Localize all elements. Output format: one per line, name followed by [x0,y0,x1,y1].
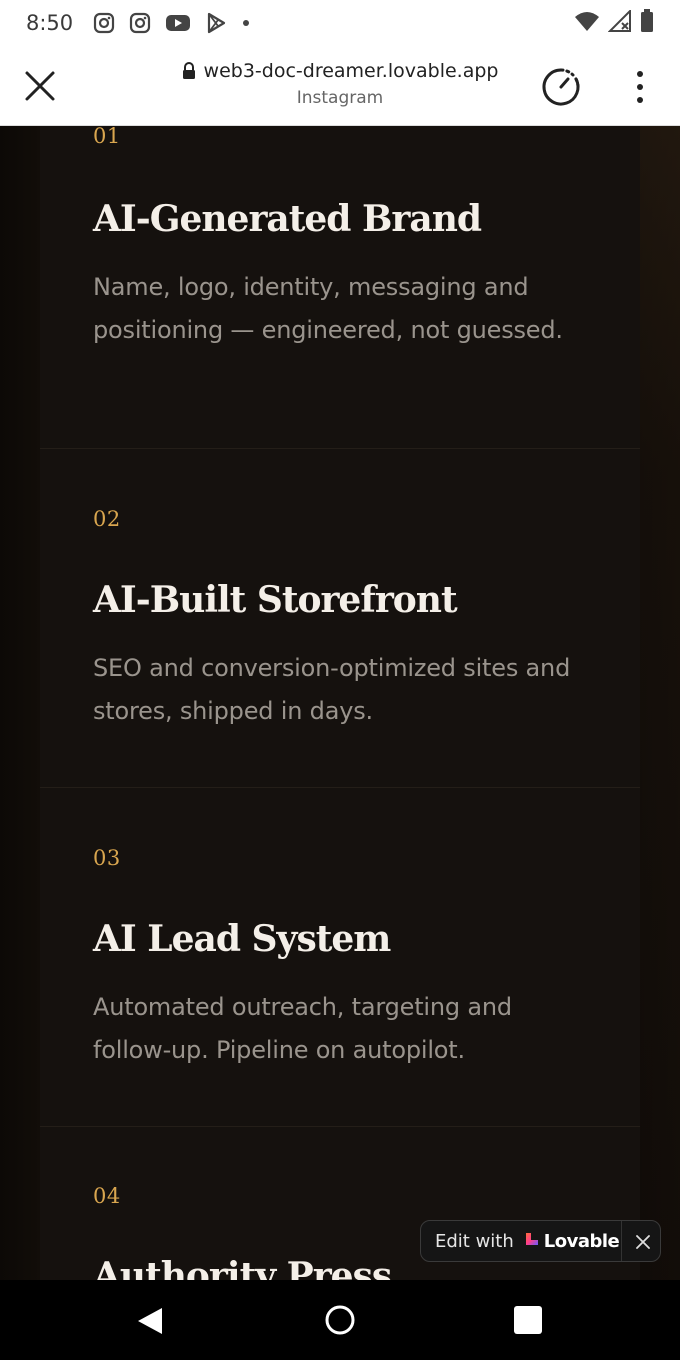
more-options-button[interactable] [624,66,656,108]
feature-card: 02 AI-Built Storefront SEO and conversio… [40,449,640,788]
url-text: web3-doc-dreamer.lovable.app [203,60,499,82]
battery-icon [640,9,654,37]
lovable-logo-icon [524,1231,540,1252]
card-description: SEO and conversion-optimized sites and s… [93,654,571,725]
card-number: 01 [93,126,121,148]
url-line: web3-doc-dreamer.lovable.app [150,60,530,82]
home-button[interactable] [324,1304,356,1340]
lock-icon [182,62,195,79]
card-number: 04 [93,1184,121,1208]
notification-icons [93,12,251,34]
menu-dot-icon [637,84,643,90]
edit-with-lovable-link[interactable]: Edit with Lovable [435,1230,620,1252]
navigation-bar [0,1280,680,1360]
play-store-icon [205,12,227,34]
close-icon [636,1235,650,1249]
feature-card: 01 AI-Generated Brand Name, logo, identi… [40,126,640,449]
instagram-icon [93,12,115,34]
web-content: 01 AI-Generated Brand Name, logo, identi… [0,126,680,1280]
wifi-icon [574,10,600,36]
url-block[interactable]: web3-doc-dreamer.lovable.app Instagram [150,60,530,108]
cellular-no-signal-icon [607,8,632,36]
youtube-icon [165,13,191,33]
timer-button[interactable] [540,66,582,108]
feature-list: 01 AI-Generated Brand Name, logo, identi… [40,126,640,1280]
badge-brand: Lovable [543,1230,620,1252]
timer-icon [542,68,580,106]
menu-dot-icon [637,97,643,103]
menu-dot-icon [637,71,643,77]
browser-toolbar: web3-doc-dreamer.lovable.app Instagram [0,46,680,126]
dot-icon [241,18,251,28]
back-triangle-icon [138,1308,162,1334]
recent-apps-button[interactable] [514,1306,542,1334]
status-bar: 8:50 [0,0,680,46]
system-icons [574,8,654,37]
feature-card: 03 AI Lead System Automated outreach, ta… [40,788,640,1127]
badge-close-button[interactable] [631,1230,655,1254]
card-title: AI-Generated Brand [93,198,482,240]
url-source: Instagram [296,88,384,108]
card-number: 02 [93,507,121,531]
close-icon [25,71,55,101]
card-title: Authority Press [93,1255,392,1280]
instagram-icon [129,12,151,34]
card-title: AI Lead System [93,918,391,960]
badge-divider [621,1221,622,1261]
badge-prefix: Edit with [435,1230,514,1252]
status-time: 8:50 [26,11,74,35]
card-description: Name, logo, identity, messaging and posi… [93,273,563,344]
card-title: AI-Built Storefront [93,579,458,621]
close-button[interactable] [22,68,58,104]
home-circle-icon [325,1305,355,1335]
lovable-badge: Edit with Lovable [420,1220,661,1262]
card-description: Automated outreach, targeting and follow… [93,993,512,1064]
card-number: 03 [93,846,121,870]
back-button[interactable] [136,1306,164,1340]
